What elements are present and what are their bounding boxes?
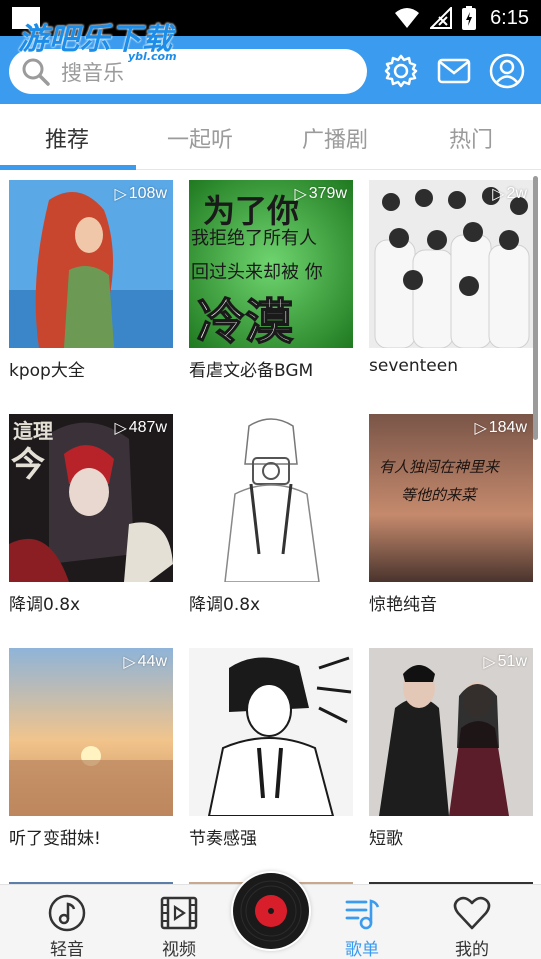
playlist-card[interactable]: ▷ 44w 听了变甜妹! [9,648,173,849]
playlist-title: 短歌 [369,829,403,849]
tab-hot[interactable]: 热门 [449,122,493,154]
wifi-icon [395,8,420,28]
music-note-icon [48,894,86,932]
playlist-cover [189,414,353,582]
tab-radio-drama[interactable]: 广播剧 [302,122,368,154]
playlist-cover: ▷ 2w [369,180,533,348]
playlist-title: 降调0.8x [9,595,81,615]
play-icon: ▷ [123,654,136,671]
watermark-domain: ybl.com [128,50,177,63]
tab-listen-together[interactable]: 一起听 [167,122,233,154]
svg-text:我拒绝了所有人: 我拒绝了所有人 [191,228,317,249]
playlist-title: seventeen [369,356,458,376]
svg-text:這理: 這理 [13,419,53,443]
heart-icon [453,896,491,930]
svg-text:等他的来菜: 等他的来菜 [401,486,479,504]
nav-item-mine[interactable]: 我的 [437,893,507,959]
playlist-title: 看虐文必备BGM [189,361,314,381]
gear-icon [384,54,418,88]
settings-button[interactable] [382,52,420,90]
nav-item-video[interactable]: 视频 [144,893,214,959]
playlist-card[interactable]: ▷ 108w kpop大全 [9,180,173,381]
play-count: ▷ 44w [123,653,167,671]
playlist-grid: ▷ 108w kpop大全 为了你 我拒绝了所有人 回过头来却被 你 冷漠 ▷ 37… [0,170,541,884]
nav-label: 我的 [455,940,489,959]
nav-label: 视频 [162,940,196,959]
playlist-cover: 有人独闯在神里来 等他的来菜 ▷ 184w [369,414,533,582]
user-icon [489,53,525,89]
play-icon: ▷ [114,420,127,437]
nav-item-playlists[interactable]: 歌单 [327,893,397,959]
playlist-cover: ▷ 108w [9,180,173,348]
scrollbar[interactable] [533,176,538,440]
status-icons: 6:15 [394,5,529,31]
playlist-cover: 为了你 我拒绝了所有人 回过头来却被 你 冷漠 ▷ 379w [189,180,353,348]
category-tabs: 推荐 一起听 广播剧 热门 [0,104,541,170]
film-icon [160,896,198,930]
play-count: ▷ 51w [483,653,527,671]
nav-label: 轻音 [50,940,84,959]
playlist-title: 惊艳纯音 [369,595,437,615]
playlist-icon [345,899,380,930]
play-icon: ▷ [492,186,505,203]
playlist-title: 节奏感强 [189,829,257,849]
play-count: ▷ 108w [114,185,167,203]
svg-text:有人独闯在神里来: 有人独闯在神里来 [379,458,501,476]
playlist-card[interactable]: 为了你 我拒绝了所有人 回过头来却被 你 冷漠 ▷ 379w 看虐文必备BGM [189,180,353,381]
svg-text:回过头来却被 你: 回过头来却被 你 [191,262,323,283]
bottom-nav: 轻音 视频 歌单 我的 [0,873,541,959]
signal-icon [430,7,453,29]
playlist-cover: 這理 今 ▷ 487w [9,414,173,582]
messages-button[interactable] [435,52,473,90]
playlist-title: 降调0.8x [189,595,261,615]
svg-text:冷漠: 冷漠 [197,294,294,348]
status-time: 6:15 [490,6,529,29]
playlist-title: kpop大全 [9,361,85,381]
vinyl-record-icon [235,875,307,947]
playlist-card[interactable]: 有人独闯在神里来 等他的来菜 ▷ 184w 惊艳纯音 [369,414,533,615]
search-icon [22,58,50,86]
now-playing-disc[interactable] [233,873,309,949]
playlist-card[interactable]: 這理 今 ▷ 487w 降调0.8x [9,414,173,615]
playlist-card[interactable]: ▷ 51w 短歌 [369,648,533,849]
playlist-card[interactable]: ▷ 2w seventeen [369,180,533,376]
playlist-cover: ▷ 44w [9,648,173,816]
playlist-cover [189,648,353,816]
play-count: ▷ 379w [294,185,347,203]
tab-recommend[interactable]: 推荐 [45,122,89,154]
mail-icon [437,58,471,84]
nav-label: 歌单 [345,940,379,959]
profile-button[interactable] [488,52,526,90]
playlist-title: 听了变甜妹! [9,829,101,849]
play-icon: ▷ [483,654,496,671]
playlist-cover: ▷ 51w [369,648,533,816]
svg-text:今: 今 [11,445,45,485]
nav-item-light-music[interactable]: 轻音 [32,893,102,959]
play-icon: ▷ [294,186,307,203]
play-icon: ▷ [114,186,127,203]
battery-icon [462,6,477,30]
play-count: ▷ 487w [114,419,167,437]
play-count: ▷ 2w [492,185,527,203]
playlist-card[interactable]: 降调0.8x [189,414,353,615]
play-count: ▷ 184w [474,419,527,437]
play-icon: ▷ [474,420,487,437]
playlist-card[interactable]: 节奏感强 [189,648,353,849]
search-placeholder: 搜音乐 [61,60,124,85]
svg-text:为了你: 为了你 [203,192,299,230]
